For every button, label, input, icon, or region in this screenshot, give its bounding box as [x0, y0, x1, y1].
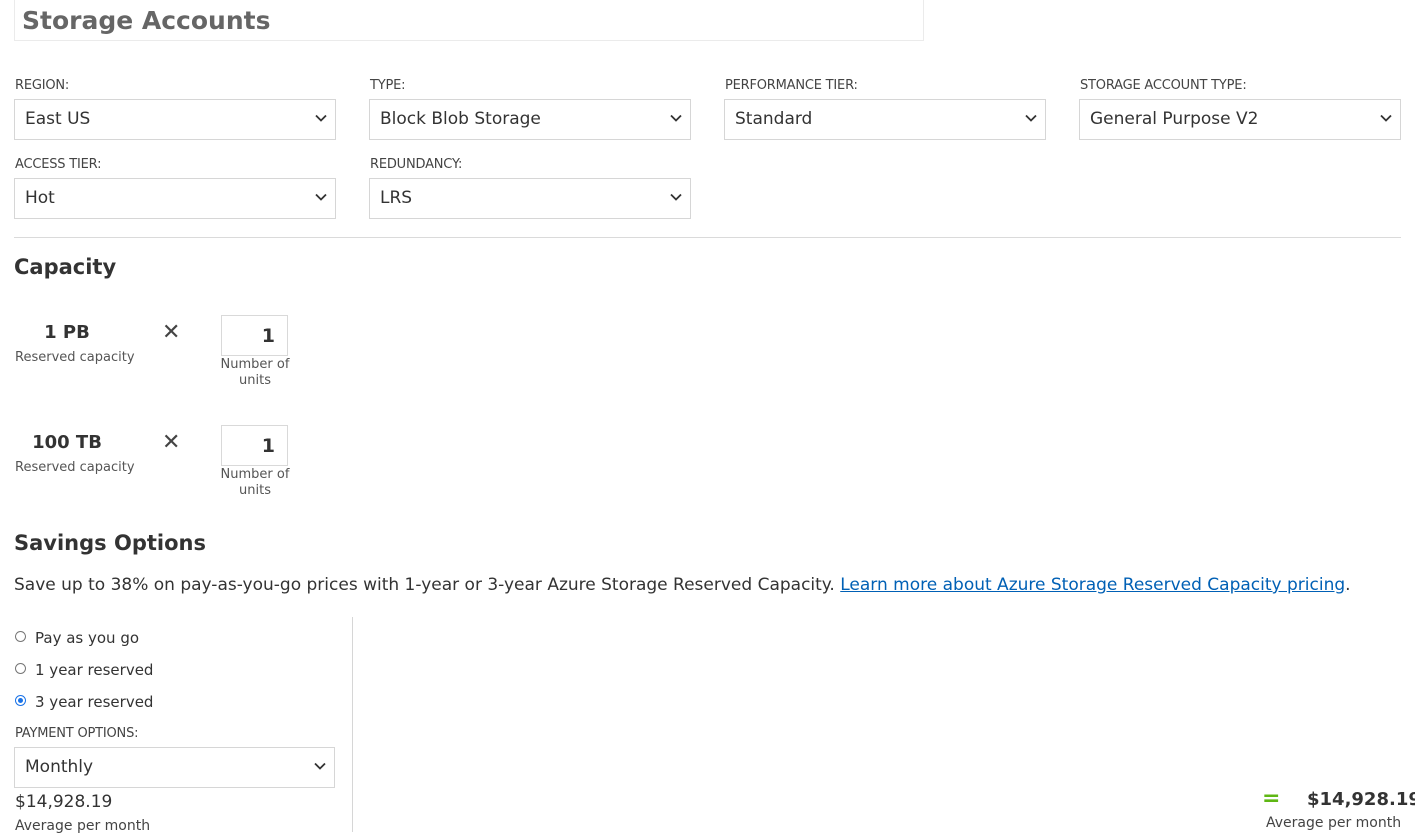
total-price-sublabel: Average per month: [1266, 815, 1402, 831]
access-tier-select[interactable]: Hot: [14, 178, 336, 219]
chevron-down-icon: [314, 762, 326, 770]
option-label: 1 year reserved: [35, 661, 154, 679]
payment-options-label: PAYMENT OPTIONS:: [15, 726, 139, 741]
radio-button[interactable]: [15, 631, 26, 642]
capacity-value: 100 TB: [32, 432, 102, 453]
equals-icon: =: [1262, 786, 1281, 811]
option-label: Pay as you go: [35, 629, 140, 647]
units-input[interactable]: 1: [221, 425, 288, 466]
reserved-capacity-pricing-link[interactable]: Learn more about Azure Storage Reserved …: [840, 575, 1345, 595]
section-divider: [14, 237, 1401, 238]
region-select[interactable]: East US: [14, 99, 336, 140]
chevron-down-icon: [670, 193, 682, 201]
multiply-icon: ✕: [162, 320, 181, 345]
region-value: East US: [25, 109, 91, 129]
option-1-year-reserved[interactable]: 1 year reserved: [15, 661, 153, 679]
savings-description: Save up to 38% on pay-as-you-go prices w…: [14, 575, 1351, 595]
savings-price: $14,928.19: [15, 792, 113, 812]
type-label: TYPE:: [370, 78, 406, 93]
savings-heading: Savings Options: [14, 531, 206, 555]
option-pay-as-you-go[interactable]: Pay as you go: [15, 629, 139, 647]
chevron-down-icon: [315, 114, 327, 122]
performance-tier-value: Standard: [735, 109, 813, 129]
capacity-sublabel: Reserved capacity: [15, 350, 135, 365]
chevron-down-icon: [1380, 114, 1392, 122]
storage-account-type-value: General Purpose V2: [1090, 109, 1259, 129]
capacity-sublabel: Reserved capacity: [15, 460, 135, 475]
chevron-down-icon: [670, 114, 682, 122]
radio-button-selected[interactable]: [15, 695, 26, 706]
chevron-down-icon: [1025, 114, 1037, 122]
type-select[interactable]: Block Blob Storage: [369, 99, 691, 140]
vertical-divider: [352, 617, 353, 832]
region-label: REGION:: [15, 78, 70, 93]
redundancy-value: LRS: [380, 188, 413, 208]
units-label: Number of units: [220, 357, 290, 388]
option-3-year-reserved[interactable]: 3 year reserved: [15, 693, 153, 711]
page-title: Storage Accounts: [22, 6, 271, 35]
type-value: Block Blob Storage: [380, 109, 541, 129]
units-label: Number of units: [220, 467, 290, 498]
capacity-value: 1 PB: [44, 322, 90, 343]
radio-button[interactable]: [15, 663, 26, 674]
savings-description-text: Save up to 38% on pay-as-you-go prices w…: [14, 575, 835, 595]
storage-account-type-label: STORAGE ACCOUNT TYPE:: [1080, 78, 1247, 93]
performance-tier-select[interactable]: Standard: [724, 99, 1046, 140]
payment-options-value: Monthly: [25, 757, 94, 777]
redundancy-select[interactable]: LRS: [369, 178, 691, 219]
access-tier-value: Hot: [25, 188, 55, 208]
storage-account-type-select[interactable]: General Purpose V2: [1079, 99, 1401, 140]
capacity-heading: Capacity: [14, 255, 117, 279]
option-label: 3 year reserved: [35, 693, 154, 711]
access-tier-label: ACCESS TIER:: [15, 157, 102, 172]
units-input[interactable]: 1: [221, 315, 288, 356]
redundancy-label: REDUNDANCY:: [370, 157, 463, 172]
total-price: $14,928.19: [1307, 789, 1415, 810]
performance-tier-label: PERFORMANCE TIER:: [725, 78, 858, 93]
chevron-down-icon: [315, 193, 327, 201]
multiply-icon: ✕: [162, 430, 181, 455]
payment-options-select[interactable]: Monthly: [14, 747, 335, 788]
link-suffix: .: [1345, 575, 1351, 595]
